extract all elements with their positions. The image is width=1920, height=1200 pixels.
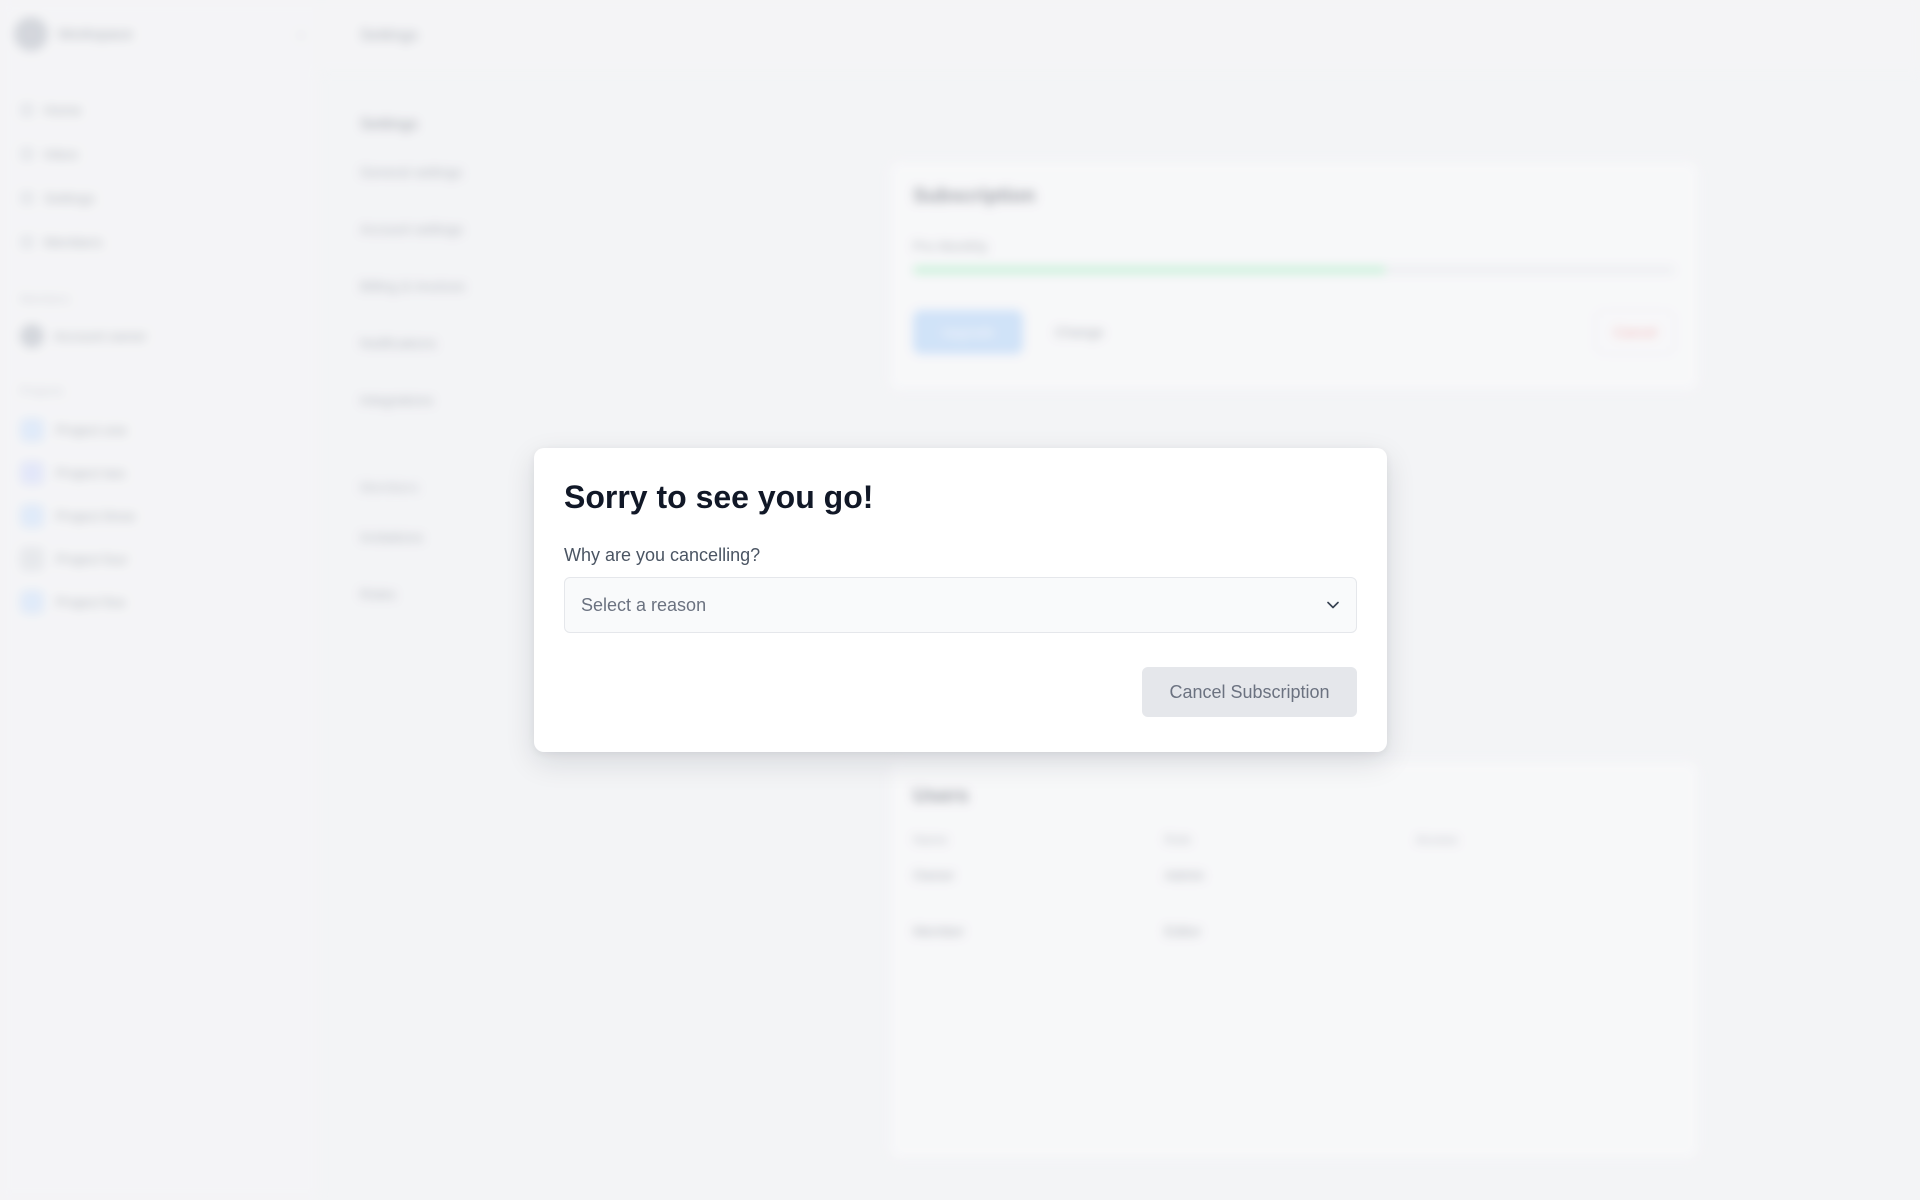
- cancel-subscription-button[interactable]: Cancel Subscription: [1142, 667, 1357, 717]
- reason-select[interactable]: Select a reason: [564, 577, 1357, 633]
- reason-select-placeholder: Select a reason: [581, 594, 707, 615]
- dialog-footer: Cancel Subscription: [564, 667, 1357, 717]
- reason-label: Why are you cancelling?: [564, 545, 761, 565]
- cancel-subscription-dialog: Sorry to see you go! Why are you cancell…: [534, 448, 1387, 752]
- chevron-down-icon: [1326, 598, 1340, 612]
- dialog-title: Sorry to see you go!: [564, 479, 874, 515]
